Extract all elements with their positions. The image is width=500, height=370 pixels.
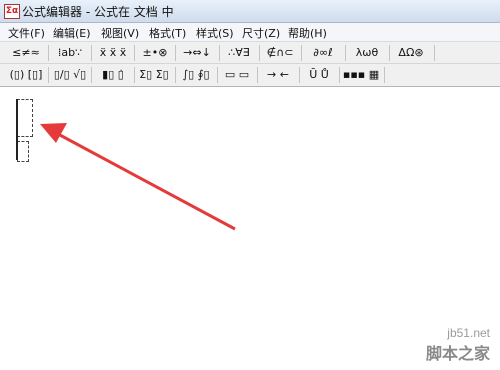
watermark-site-name: 脚本之家 — [425, 344, 490, 363]
annotation-arrow-shaft — [57, 132, 236, 231]
watermark: jb51.net 脚本之家 — [426, 326, 490, 364]
annotation-arrow-head — [40, 123, 67, 143]
watermark-url: jb51.net — [447, 326, 490, 340]
annotation-arrow — [40, 123, 236, 231]
